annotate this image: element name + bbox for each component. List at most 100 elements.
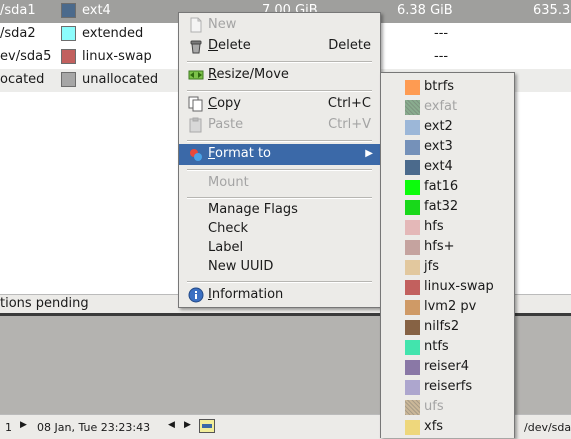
format-option-linux-swap[interactable]: linux-swap — [381, 277, 514, 297]
format-option-reiserfs[interactable]: reiserfs — [381, 377, 514, 397]
submenu-arrow-icon: ▶ — [365, 148, 373, 159]
format-option-label: exfat — [424, 99, 458, 114]
menu-label: Label — [208, 240, 244, 255]
partition-filesystem: linux-swap — [82, 49, 152, 64]
fs-color-swatch — [405, 260, 420, 275]
menu-item-delete[interactable]: Delete Delete — [179, 36, 380, 57]
menu-item-new-uuid[interactable]: New UUID — [179, 257, 380, 278]
resize-arrows-icon — [188, 67, 204, 83]
shortcut-label: Delete — [328, 38, 371, 53]
partition-used: --- — [434, 26, 449, 41]
fs-color-swatch — [405, 280, 420, 295]
new-document-icon — [188, 17, 204, 33]
format-option-nilfs2[interactable]: nilfs2 — [381, 317, 514, 337]
menu-label: Check — [208, 221, 248, 236]
format-to-submenu: btrfs exfat ext2 ext3 ext4 fat16 fat32 hfs hfs+ j… — [380, 72, 515, 438]
format-option-ntfs[interactable]: ntfs — [381, 337, 514, 357]
format-option-label: fat16 — [424, 179, 459, 194]
fs-color-swatch — [405, 180, 420, 195]
format-option-label: jfs — [424, 259, 439, 274]
fs-color-swatch — [405, 320, 420, 335]
prev-arrow-icon[interactable]: ◀ — [168, 420, 175, 430]
partition-used: --- — [434, 49, 449, 64]
format-option-label: ntfs — [424, 339, 449, 354]
format-option-ext3[interactable]: ext3 — [381, 137, 514, 157]
partition-path: /sda2 — [0, 26, 36, 41]
info-icon — [188, 287, 204, 303]
gparted-app-icon[interactable] — [199, 419, 215, 433]
format-option-hfs-[interactable]: hfs+ — [381, 237, 514, 257]
format-option-label: ufs — [424, 399, 444, 414]
menu-separator — [187, 169, 372, 171]
format-option-label: reiser4 — [424, 359, 470, 374]
fs-color-swatch — [405, 120, 420, 135]
fs-color-swatch — [405, 380, 420, 395]
format-option-label: xfs — [424, 419, 444, 434]
format-option-ufs[interactable]: ufs — [381, 397, 514, 417]
fs-color-swatch — [405, 300, 420, 315]
format-option-label: ext3 — [424, 139, 453, 154]
format-option-xfs[interactable]: xfs — [381, 417, 514, 437]
menu-item-information[interactable]: Information — [179, 285, 380, 306]
format-option-jfs[interactable]: jfs — [381, 257, 514, 277]
format-option-label: btrfs — [424, 79, 455, 94]
next-arrow-icon[interactable]: ▶ — [20, 420, 27, 430]
partition-filesystem: unallocated — [82, 72, 159, 87]
next-arrow-icon[interactable]: ▶ — [184, 420, 191, 430]
format-option-label: fat32 — [424, 199, 459, 214]
menu-item-copy[interactable]: Copy Ctrl+C — [179, 94, 380, 115]
format-option-fat16[interactable]: fat16 — [381, 177, 514, 197]
menu-item-format-to[interactable]: Format to ▶ — [179, 144, 380, 165]
menu-label: Format to — [208, 146, 271, 161]
fs-color-swatch — [405, 360, 420, 375]
menu-item-mount[interactable]: Mount — [179, 173, 380, 194]
shortcut-label: Ctrl+V — [328, 117, 371, 132]
fs-color-swatch — [61, 26, 76, 41]
menu-label: Resize/Move — [208, 67, 289, 82]
menu-label: Copy — [208, 96, 241, 111]
fs-color-swatch — [405, 200, 420, 215]
format-option-reiser4[interactable]: reiser4 — [381, 357, 514, 377]
menu-separator — [187, 281, 372, 283]
device-label: /dev/sda — [524, 421, 571, 434]
fs-color-swatch — [405, 160, 420, 175]
menu-item-check[interactable]: Check — [179, 219, 380, 240]
clock-datetime: 08 Jan, Tue 23:23:43 — [37, 421, 151, 434]
menu-item-paste[interactable]: Paste Ctrl+V — [179, 115, 380, 136]
menu-item-resize-move[interactable]: Resize/Move — [179, 65, 380, 86]
menu-label: Manage Flags — [208, 202, 298, 217]
shortcut-label: Ctrl+C — [327, 96, 371, 111]
fs-color-swatch — [61, 72, 76, 87]
pending-operations-label: tions pending — [0, 296, 89, 311]
partition-filesystem: extended — [82, 26, 144, 41]
format-option-label: linux-swap — [424, 279, 494, 294]
menu-separator — [187, 61, 372, 63]
format-option-hfs[interactable]: hfs — [381, 217, 514, 237]
fs-color-swatch — [405, 140, 420, 155]
partition-path: ev/sda5 — [0, 49, 52, 64]
format-option-exfat[interactable]: exfat — [381, 97, 514, 117]
menu-label: Mount — [208, 175, 249, 190]
format-option-fat32[interactable]: fat32 — [381, 197, 514, 217]
fs-color-swatch — [405, 240, 420, 255]
trash-icon — [188, 38, 204, 54]
partition-path: /sda1 — [0, 3, 36, 18]
format-option-lvm2-pv[interactable]: lvm2 pv — [381, 297, 514, 317]
menu-label: New — [208, 17, 237, 32]
fs-color-swatch — [405, 340, 420, 355]
menu-item-label[interactable]: Label — [179, 238, 380, 259]
format-option-ext4[interactable]: ext4 — [381, 157, 514, 177]
format-option-label: ext4 — [424, 159, 453, 174]
menu-separator — [187, 197, 372, 199]
page-number: 1 — [5, 421, 12, 434]
format-option-label: ext2 — [424, 119, 453, 134]
format-option-ext2[interactable]: ext2 — [381, 117, 514, 137]
partition-unused: 635.30 — [533, 3, 571, 18]
menu-item-new[interactable]: New — [179, 15, 380, 36]
fs-color-swatch — [405, 400, 420, 415]
menu-label: Delete — [208, 38, 251, 53]
fs-color-swatch — [405, 100, 420, 115]
format-option-btrfs[interactable]: btrfs — [381, 77, 514, 97]
partition-context-menu: New Delete Delete Resize/Move Copy Ctrl+… — [178, 12, 381, 308]
menu-item-manage-flags[interactable]: Manage Flags — [179, 200, 380, 221]
